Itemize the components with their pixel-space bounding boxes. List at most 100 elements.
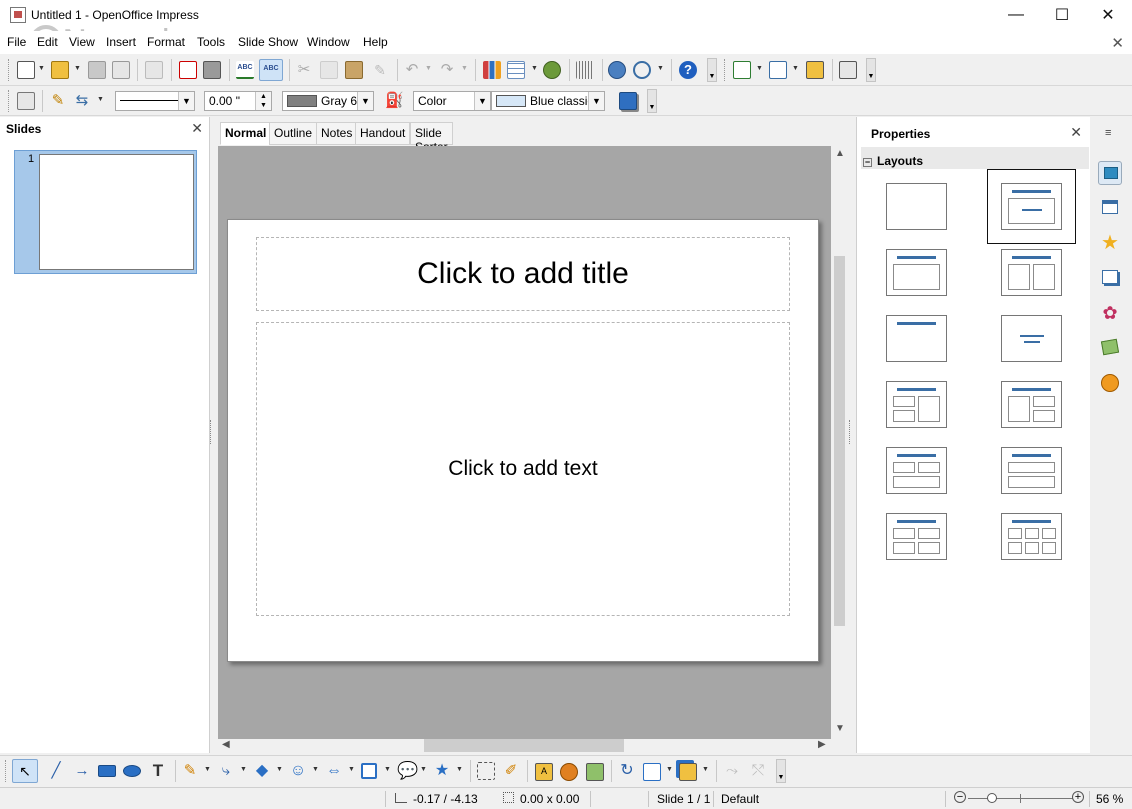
slide-transition-icon[interactable] (1098, 196, 1122, 220)
menu-format[interactable]: Format (147, 35, 185, 49)
symbol-shapes-dropdown-icon[interactable]: ▼ (312, 766, 319, 773)
block-arrows-icon[interactable]: ⇔ (325, 762, 343, 780)
save-icon[interactable] (88, 61, 106, 79)
sidebar-menu-icon[interactable]: ≡ (1105, 127, 1111, 139)
zoom-out-icon[interactable]: − (954, 791, 966, 803)
callouts-icon[interactable]: 💬 (397, 762, 418, 780)
slide-design-dropdown-icon[interactable]: ▼ (792, 65, 799, 72)
print-icon[interactable] (203, 61, 221, 79)
layout-title-6-content[interactable] (1001, 513, 1062, 560)
layout-centered-text[interactable] (1001, 315, 1062, 362)
master-page-name[interactable]: Default (721, 792, 759, 806)
new-slide-icon[interactable] (733, 61, 751, 79)
slide-design-icon[interactable] (769, 61, 787, 79)
toolbar-overflow-icon[interactable]: ▼ (707, 58, 717, 82)
arrange-icon[interactable] (679, 763, 697, 781)
slide-thumbnail[interactable] (39, 154, 194, 270)
zoom-icon[interactable] (633, 61, 651, 79)
open-dropdown-icon[interactable]: ▼ (74, 65, 81, 72)
line-tool-icon[interactable]: ╱ (47, 762, 65, 780)
block-arrows-dropdown-icon[interactable]: ▼ (348, 766, 355, 773)
horizontal-scrollbar[interactable]: ◀ ▶ (218, 739, 831, 753)
menu-insert[interactable]: Insert (106, 35, 136, 49)
menu-window[interactable]: Window (307, 35, 350, 49)
line-width-spinner[interactable]: 0.00 " ▲ ▼ (204, 91, 272, 111)
redo-dropdown-icon[interactable]: ▼ (461, 65, 468, 72)
layouts-section[interactable]: − Layouts (863, 154, 923, 168)
cut-icon[interactable]: ✂ (295, 61, 313, 79)
slide-show-icon[interactable] (806, 61, 824, 79)
new-slide-dropdown-icon[interactable]: ▼ (756, 65, 763, 72)
close-slides-panel-button[interactable]: ✕ (191, 120, 203, 137)
properties-icon[interactable] (1098, 161, 1122, 185)
toolbar-grip[interactable] (8, 59, 11, 81)
table-dropdown-icon[interactable]: ▼ (531, 65, 538, 72)
area-fill-bucket-icon[interactable]: ⛽ (385, 92, 404, 110)
line-color-select[interactable]: Gray 6 ▼ (282, 91, 374, 111)
export-pdf-icon[interactable] (179, 61, 197, 79)
paste-icon[interactable] (345, 61, 363, 79)
table-icon[interactable] (507, 61, 525, 79)
layout-title-4-content[interactable] (886, 513, 947, 560)
gallery-toggle-icon[interactable] (560, 763, 578, 781)
autospellcheck-icon[interactable]: ABC (259, 59, 283, 81)
area-fill-select[interactable]: Blue classic ▼ (491, 91, 605, 111)
close-properties-button[interactable]: ✕ (1070, 124, 1082, 141)
styles-icon[interactable]: ✿ (1098, 301, 1122, 325)
basic-shapes-icon[interactable]: ◆ (253, 762, 271, 780)
curve-tool-icon[interactable]: ✎ (181, 762, 199, 780)
undo-dropdown-icon[interactable]: ▼ (425, 65, 432, 72)
navigator-icon[interactable] (1098, 371, 1122, 395)
fontwork-icon[interactable] (543, 61, 561, 79)
email-icon[interactable] (112, 61, 130, 79)
menu-tools[interactable]: Tools (197, 35, 225, 49)
basic-shapes-dropdown-icon[interactable]: ▼ (276, 766, 283, 773)
flowchart-dropdown-icon[interactable]: ▼ (384, 766, 391, 773)
new-dropdown-icon[interactable]: ▼ (38, 65, 45, 72)
line-style-select[interactable]: ▼ (115, 91, 195, 111)
connector-tool-icon[interactable]: ⤷ (217, 762, 235, 780)
toolbar-grip[interactable] (8, 90, 11, 112)
stars-dropdown-icon[interactable]: ▼ (456, 766, 463, 773)
layout-title-only[interactable] (886, 315, 947, 362)
scroll-left-icon[interactable]: ◀ (222, 739, 230, 750)
splitter-handle[interactable] (210, 420, 213, 444)
gallery-icon[interactable] (1098, 336, 1122, 360)
splitter-handle[interactable] (849, 420, 852, 444)
layout-title-content-over-content[interactable] (1001, 447, 1062, 494)
new-document-icon[interactable] (17, 61, 35, 79)
rotate-icon[interactable]: ↻ (618, 762, 636, 780)
scroll-down-icon[interactable]: ▼ (835, 723, 845, 734)
horizontal-scroll-thumb[interactable] (424, 739, 624, 752)
toolbar-grip[interactable] (724, 59, 727, 81)
menu-slide-show[interactable]: Slide Show (238, 35, 298, 49)
arrow-style-icon[interactable]: ⇆ (73, 92, 91, 110)
zoom-dropdown-icon[interactable]: ▼ (657, 65, 664, 72)
close-window-button[interactable]: ✕ (1085, 0, 1131, 30)
scroll-right-icon[interactable]: ▶ (818, 739, 826, 750)
menu-file[interactable]: File (7, 35, 26, 49)
arrow-style-dropdown-icon[interactable]: ▼ (97, 96, 104, 103)
menu-edit[interactable]: Edit (37, 35, 58, 49)
minimize-button[interactable]: — (993, 0, 1039, 30)
line-arrow-tool-icon[interactable]: → (73, 762, 91, 780)
layout-title-content-2[interactable] (886, 249, 947, 296)
tab-notes[interactable]: Notes (316, 122, 358, 145)
symbol-shapes-icon[interactable]: ☺ (289, 762, 307, 780)
animation-icon[interactable]: ★ (1098, 231, 1122, 255)
collapse-icon[interactable]: − (863, 158, 872, 167)
glue-points-icon[interactable]: ✐ (502, 762, 520, 780)
select-pointer-icon[interactable]: ↖ (12, 759, 38, 783)
vertical-scroll-thumb[interactable] (834, 256, 845, 626)
line-dialog-icon[interactable] (17, 92, 35, 110)
copy-icon[interactable] (320, 61, 338, 79)
curve-dropdown-icon[interactable]: ▼ (204, 766, 211, 773)
connector-dropdown-icon[interactable]: ▼ (240, 766, 247, 773)
open-icon[interactable] (51, 61, 69, 79)
layout-title-content-and-2-content[interactable] (1001, 381, 1062, 428)
close-document-button[interactable]: ✕ (1111, 34, 1124, 52)
grid-icon[interactable] (576, 61, 594, 79)
clone-formatting-icon[interactable]: ✎ (371, 61, 389, 79)
layout-title-2-content-over-content[interactable] (886, 447, 947, 494)
layout-title-content[interactable] (1001, 183, 1062, 230)
